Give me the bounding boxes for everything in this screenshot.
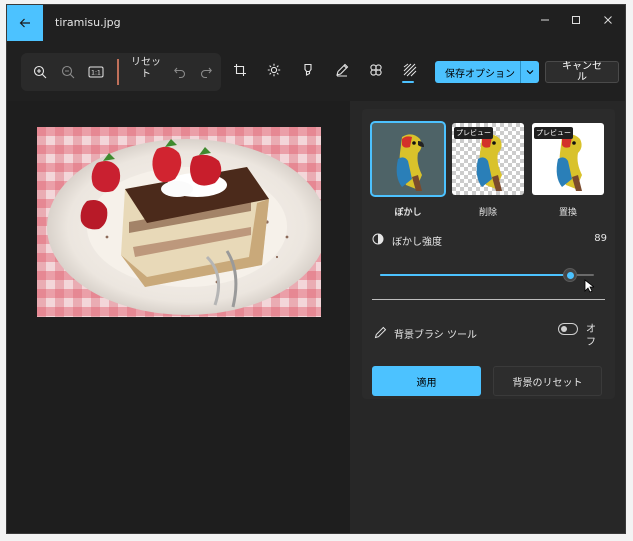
- arrow-left-icon: [19, 18, 30, 28]
- zoom-in-button[interactable]: [27, 59, 53, 85]
- zoom-in-icon: [33, 65, 47, 79]
- redo-button[interactable]: [193, 59, 219, 85]
- chevron-down-icon: [526, 70, 534, 75]
- mouse-cursor-icon: [584, 279, 594, 293]
- tiramisu-image: [37, 127, 321, 317]
- cancel-label: キャンセル: [562, 61, 602, 83]
- close-icon: [604, 16, 612, 24]
- background-brush-label: 背景ブラシ ツール: [394, 330, 477, 341]
- title-bar: tiramisu.jpg: [7, 5, 625, 41]
- markup-button[interactable]: [295, 57, 321, 83]
- zoom-out-button[interactable]: [55, 59, 81, 85]
- blur-strength-value: 89: [594, 233, 607, 244]
- pencil-icon: [374, 326, 387, 339]
- blur-option-thumb[interactable]: [370, 121, 446, 197]
- adjustment-button[interactable]: [261, 57, 287, 83]
- background-blur-icon: [403, 63, 417, 77]
- edit-toolbar: 1:1 リセット 保存オプション キャンセル: [17, 51, 619, 95]
- background-blur-panel: ぼかし プレビュー 削除 プレビュー 置換 ぼかし強度 89 背景ブラシ ツール…: [350, 101, 625, 533]
- blur-option-label: ぼかし: [394, 208, 422, 218]
- highlighter-icon: [304, 63, 312, 76]
- parrot-blur-image: [372, 123, 444, 195]
- cancel-button[interactable]: キャンセル: [545, 61, 619, 83]
- toggle-state-label: オフ: [586, 324, 596, 348]
- slider-thumb[interactable]: [563, 268, 578, 282]
- remove-option-label: 削除: [478, 208, 497, 218]
- brightness-icon: [267, 63, 281, 77]
- photos-app-window: tiramisu.jpg 1:1 リセット 保存オプション キャンセル ぼかし …: [6, 4, 626, 534]
- background-brush-row: 背景ブラシ ツール オフ: [372, 321, 607, 348]
- tiramisu-photo: [37, 127, 321, 317]
- maximize-button[interactable]: [561, 5, 591, 35]
- undo-button[interactable]: [167, 59, 193, 85]
- active-tab-indicator: [402, 81, 414, 83]
- redo-icon: [200, 67, 212, 79]
- remove-option-thumb[interactable]: プレビュー: [452, 123, 524, 195]
- window-title: tiramisu.jpg: [55, 16, 121, 29]
- preview-badge: プレビュー: [534, 127, 573, 139]
- contrast-icon: [372, 233, 384, 245]
- draw-button[interactable]: [329, 57, 355, 83]
- replace-option-label: 置換: [558, 208, 577, 218]
- toolbar-divider: [117, 59, 119, 85]
- filter-icon: [370, 64, 382, 76]
- slider-fill: [380, 274, 571, 276]
- actual-size-button[interactable]: 1:1: [83, 59, 109, 85]
- panel-divider: [372, 299, 605, 300]
- apply-button[interactable]: 適用: [372, 366, 481, 396]
- pen-icon: [336, 63, 349, 77]
- background-blur-button[interactable]: [397, 57, 423, 83]
- minimize-icon: [541, 19, 549, 21]
- actual-size-icon: 1:1: [88, 66, 104, 78]
- filter-button[interactable]: [363, 57, 389, 83]
- reset-background-button[interactable]: 背景のリセット: [493, 366, 602, 396]
- minimize-button[interactable]: [530, 5, 560, 35]
- background-options-card: ぼかし プレビュー 削除 プレビュー 置換 ぼかし強度 89 背景ブラシ ツール…: [362, 109, 615, 399]
- zoom-toolbar-group: 1:1 リセット: [21, 53, 221, 91]
- blur-strength-row: ぼかし強度 89: [372, 232, 607, 248]
- close-button[interactable]: [593, 5, 623, 35]
- background-brush-toggle[interactable]: [558, 323, 578, 335]
- blur-strength-slider[interactable]: [380, 267, 594, 283]
- actual-size-text: 1:1: [91, 70, 101, 77]
- preview-badge: プレビュー: [454, 127, 493, 139]
- maximize-icon: [572, 16, 580, 24]
- undo-icon: [174, 67, 186, 79]
- blur-strength-label: ぼかし強度: [392, 237, 442, 248]
- zoom-out-icon: [61, 65, 75, 79]
- back-button[interactable]: [7, 5, 43, 41]
- save-options-button[interactable]: 保存オプション: [435, 61, 539, 83]
- crop-button[interactable]: [227, 57, 253, 83]
- save-options-dropdown[interactable]: [521, 67, 539, 77]
- save-options-label: 保存オプション: [445, 68, 515, 80]
- crop-icon: [234, 64, 246, 76]
- replace-option-thumb[interactable]: プレビュー: [532, 123, 604, 195]
- reset-button[interactable]: リセット: [129, 57, 163, 81]
